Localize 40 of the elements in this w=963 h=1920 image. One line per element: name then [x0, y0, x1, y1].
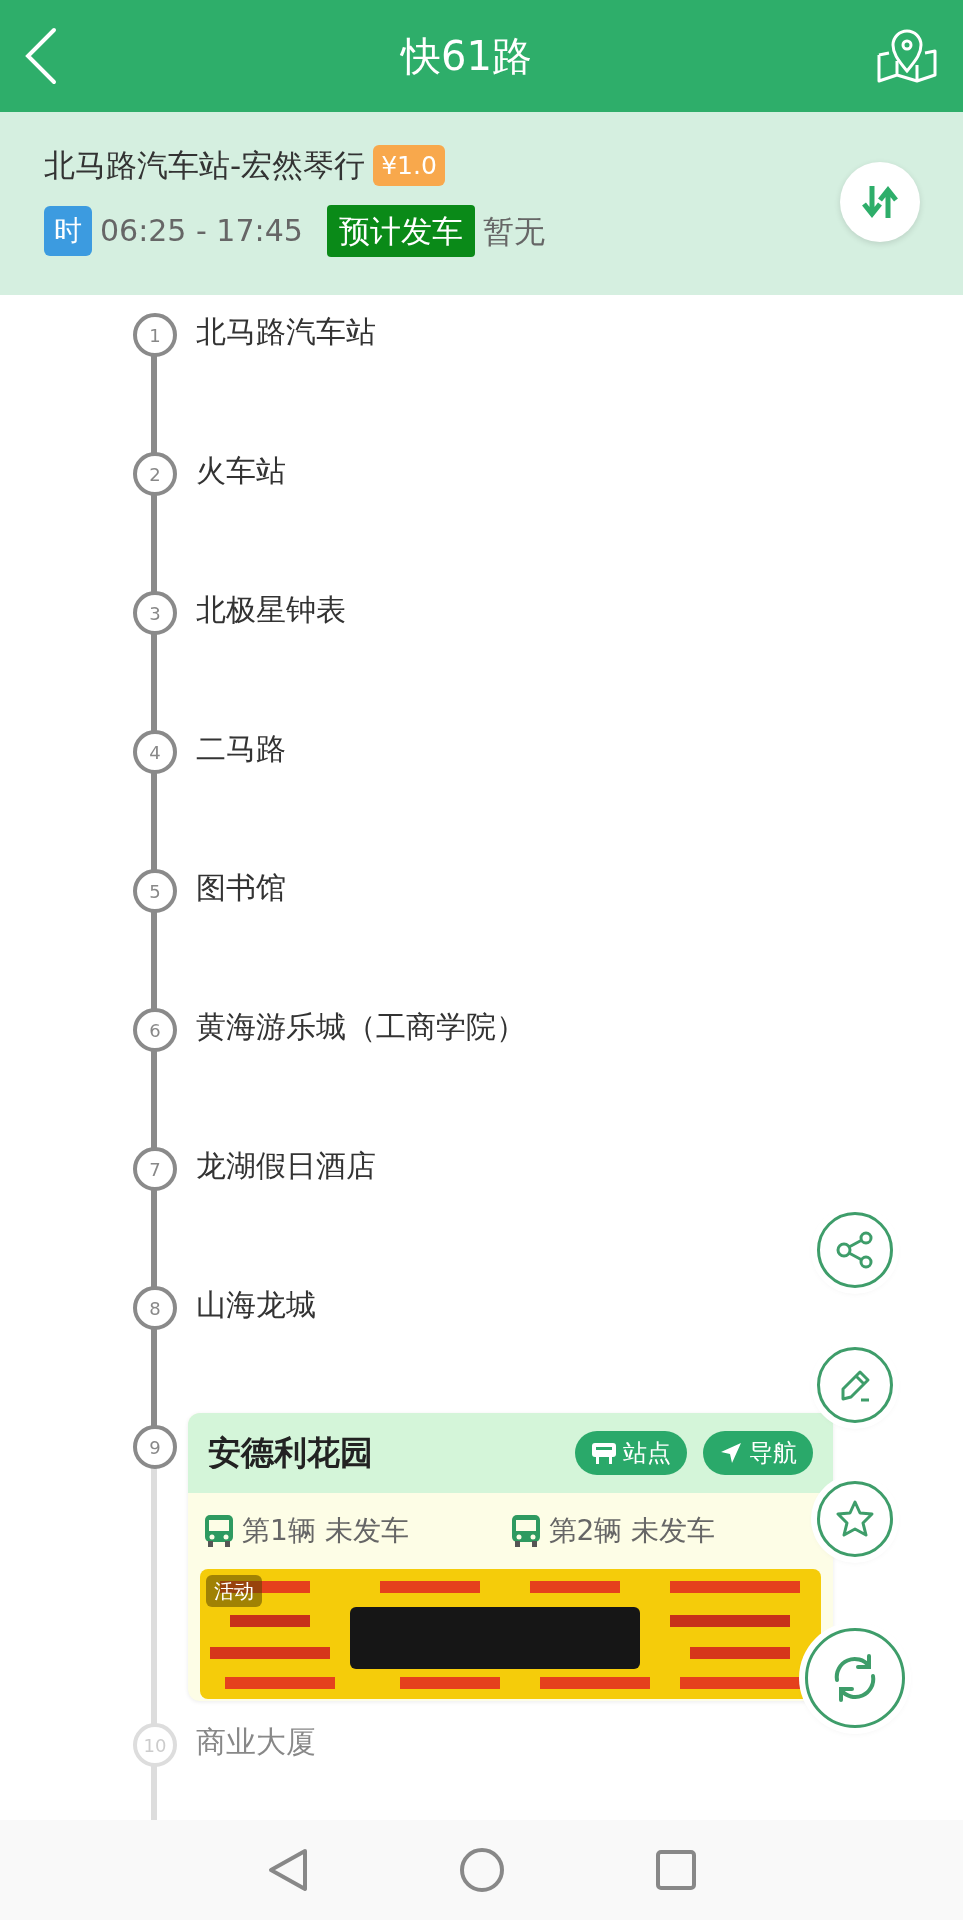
stop-number: 7	[133, 1147, 177, 1191]
bus-icon	[204, 1514, 234, 1548]
stop-name: 安德利花园	[208, 1432, 373, 1475]
stop-number: 9	[133, 1425, 177, 1469]
bus-stop-icon	[591, 1441, 617, 1465]
bus-status: 第2辆 未发车	[548, 1513, 716, 1549]
back-triangle-icon[interactable]	[266, 1847, 309, 1893]
navigation-arrow-icon	[719, 1441, 743, 1465]
bus-icon	[510, 1514, 541, 1548]
stop-name[interactable]: 黄海游乐城（工商学院）	[196, 1004, 526, 1044]
stop-name[interactable]: 龙湖假日酒店	[196, 1143, 376, 1183]
home-circle-icon[interactable]	[458, 1847, 505, 1893]
recent-apps-icon[interactable]	[654, 1849, 697, 1891]
stop-number: 4	[133, 730, 177, 774]
stop-name[interactable]: 山海龙城	[196, 1282, 316, 1322]
departure-status: 暂无	[482, 211, 545, 251]
stop-name[interactable]: 图书馆	[196, 865, 286, 905]
stop-name[interactable]: 北极星钟表	[196, 587, 346, 627]
stop-name[interactable]: 商业大厦	[196, 1719, 316, 1759]
stop-name[interactable]: 二马路	[196, 726, 286, 766]
stop-number: 3	[133, 591, 177, 635]
stop-number: 8	[133, 1286, 177, 1330]
back-icon[interactable]	[24, 27, 58, 85]
stop-number: 6	[133, 1008, 177, 1052]
stop-name[interactable]: 北马路汽车站	[196, 309, 376, 349]
fare-badge: ¥1.0	[373, 144, 445, 186]
share-icon	[835, 1230, 875, 1270]
stop-number: 5	[133, 869, 177, 913]
stop-name[interactable]: 火车站	[196, 448, 286, 488]
map-pin-icon[interactable]	[875, 27, 939, 85]
bus-status: 第1辆 未发车	[242, 1513, 409, 1549]
stop-number: 2	[133, 452, 177, 496]
service-hours: 06:25 - 17:45	[100, 212, 303, 251]
stop-number: 1	[133, 313, 177, 357]
route-name: 北马路汽车站-宏然琴行	[44, 146, 366, 185]
swap-direction-button[interactable]	[840, 162, 920, 242]
page-title: 快61路	[401, 32, 532, 80]
departure-badge: 预计发车	[326, 204, 475, 257]
ad-badge: 活动	[206, 1575, 262, 1607]
time-badge: 时	[44, 205, 92, 256]
